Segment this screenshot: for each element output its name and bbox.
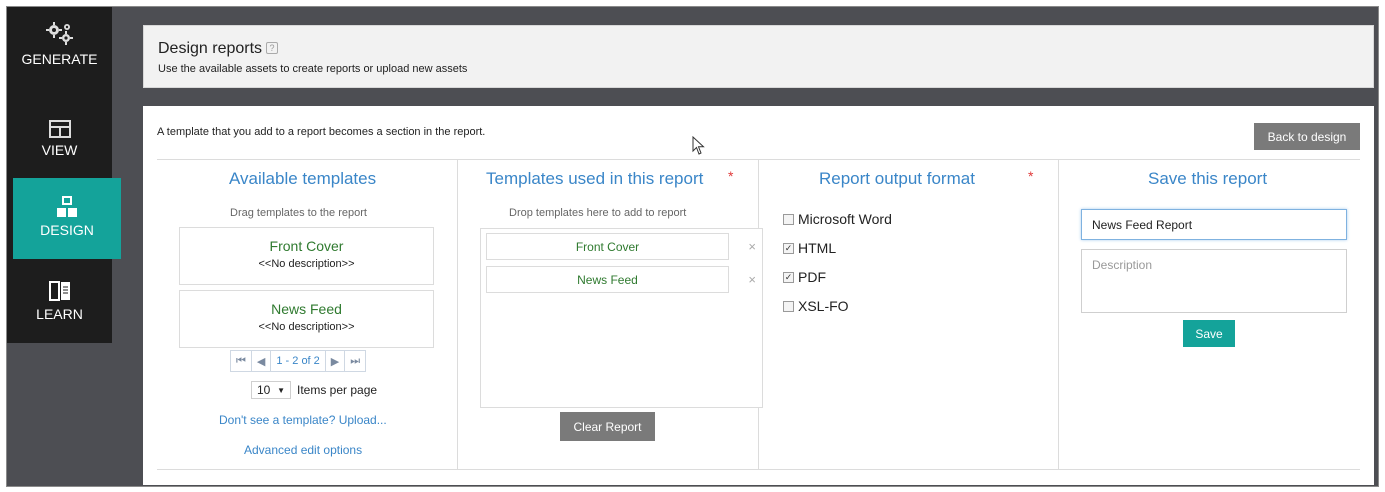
nav-learn-label: LEARN xyxy=(36,306,83,322)
page-info: 1 - 2 of 2 xyxy=(271,351,326,371)
gears-icon xyxy=(45,19,75,47)
required-marker: * xyxy=(1028,168,1034,184)
prev-page-icon[interactable]: ◀ xyxy=(252,351,272,371)
nav-design[interactable]: DESIGN xyxy=(13,178,121,259)
template-name: Front Cover xyxy=(269,238,344,254)
main-panel: A template that you add to a report beco… xyxy=(143,106,1374,485)
nav-view[interactable]: VIEW xyxy=(7,98,112,178)
page-subtitle: Use the available assets to create repor… xyxy=(158,63,468,75)
intro-text: A template that you add to a report beco… xyxy=(157,126,486,138)
save-report-title: Save this report xyxy=(1148,169,1268,188)
nav-design-label: DESIGN xyxy=(40,222,94,238)
used-templates-title: Templates used in this report xyxy=(486,169,704,188)
template-card-news-feed[interactable]: News Feed <<No description>> xyxy=(179,290,434,348)
next-page-icon[interactable]: ▶ xyxy=(326,351,346,371)
book-icon xyxy=(48,274,71,302)
format-option-html[interactable]: ✓ HTML xyxy=(783,240,836,256)
output-format-title: Report output format xyxy=(819,169,975,188)
divider xyxy=(157,469,1360,470)
used-templates-hint: Drop templates here to add to report xyxy=(509,207,687,219)
table-icon xyxy=(48,110,71,138)
checkbox-pdf[interactable]: ✓ xyxy=(783,271,794,283)
nav-view-label: VIEW xyxy=(41,142,78,158)
last-page-icon[interactable]: ⏭ xyxy=(345,351,365,371)
checkbox-html[interactable]: ✓ xyxy=(783,242,794,254)
help-icon[interactable]: ? xyxy=(266,42,279,54)
available-templates-title: Available templates xyxy=(229,169,377,188)
save-button[interactable]: Save xyxy=(1183,320,1235,347)
page-title: Design reports? xyxy=(158,40,279,58)
report-description-field[interactable]: Description xyxy=(1081,249,1347,313)
per-page-select[interactable]: 10 ▼ xyxy=(251,381,291,399)
template-drop-zone[interactable]: Front Cover × News Feed × xyxy=(480,228,763,408)
used-template-item[interactable]: Front Cover × xyxy=(486,233,756,260)
pager: ⏮ ◀ 1 - 2 of 2 ▶ ⏭ xyxy=(230,350,367,372)
nav-learn[interactable]: LEARN xyxy=(7,262,112,342)
back-to-design-button[interactable]: Back to design xyxy=(1254,123,1360,150)
template-card-front-cover[interactable]: Front Cover <<No description>> xyxy=(179,227,434,285)
format-option-xslfo[interactable]: XSL-FO xyxy=(783,298,849,314)
template-description: <<No description>> xyxy=(258,321,355,333)
available-templates-hint: Drag templates to the report xyxy=(230,207,367,219)
clear-report-button[interactable]: Clear Report xyxy=(560,412,655,441)
format-option-pdf[interactable]: ✓ PDF xyxy=(783,269,826,285)
first-page-icon[interactable]: ⏮ xyxy=(231,351,252,371)
required-marker: * xyxy=(728,168,734,184)
column-divider xyxy=(457,159,458,470)
checkbox-xslfo[interactable] xyxy=(783,300,794,312)
advanced-edit-link[interactable]: Advanced edit options xyxy=(244,443,362,457)
nav-generate[interactable]: GENERATE xyxy=(7,7,112,87)
checkbox-word[interactable] xyxy=(783,213,794,225)
used-template-item[interactable]: News Feed × xyxy=(486,266,756,293)
mouse-cursor-icon xyxy=(692,135,706,161)
column-divider xyxy=(1058,159,1059,470)
template-name: News Feed xyxy=(271,301,342,317)
report-name-field[interactable]: News Feed Report xyxy=(1081,209,1347,240)
items-per-page: 10 ▼ Items per page xyxy=(251,381,377,399)
per-page-label: Items per page xyxy=(297,383,378,397)
template-description: <<No description>> xyxy=(258,258,355,270)
page-header: Design reports? Use the available assets… xyxy=(143,25,1374,88)
chevron-down-icon: ▼ xyxy=(277,385,285,395)
remove-icon[interactable]: × xyxy=(748,239,756,254)
upload-template-link[interactable]: Don't see a template? Upload... xyxy=(219,413,387,427)
format-option-word[interactable]: Microsoft Word xyxy=(783,211,892,227)
blocks-icon xyxy=(56,190,78,218)
nav-generate-label: GENERATE xyxy=(21,51,98,67)
remove-icon[interactable]: × xyxy=(748,272,756,287)
